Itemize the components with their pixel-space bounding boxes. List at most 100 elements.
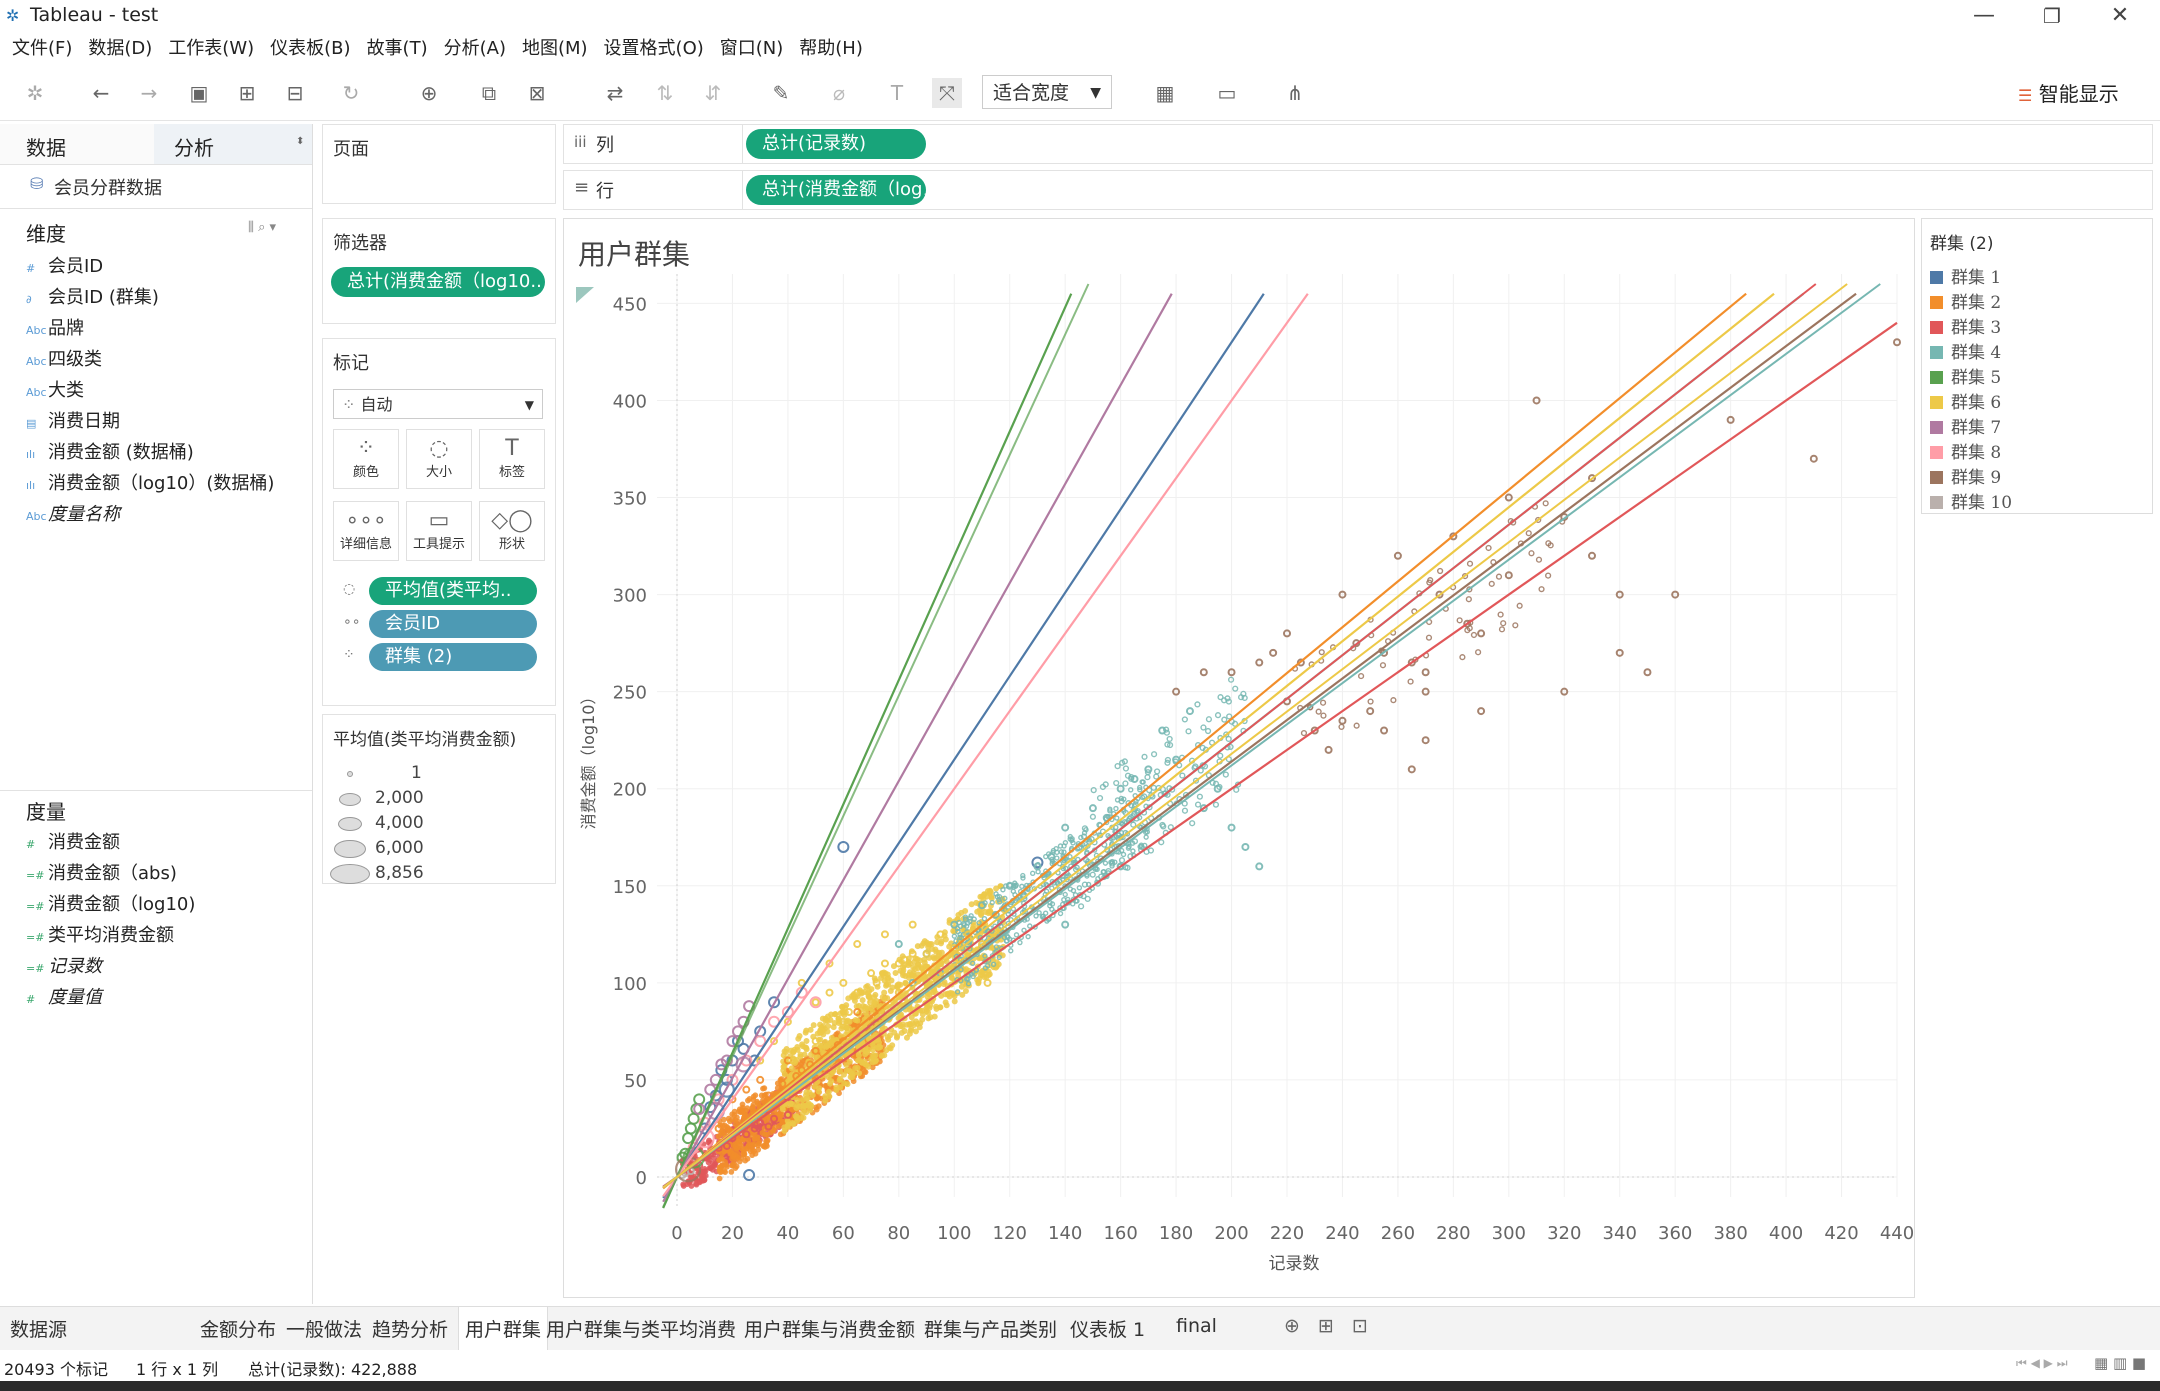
sheet-tab[interactable]: 用户群集与消费金额	[744, 1315, 915, 1342]
menu-item[interactable]: 分析(A)	[444, 34, 506, 64]
sheet-tab[interactable]: 用户群集	[458, 1307, 549, 1350]
legend-item[interactable]: 群集 1	[1930, 263, 2001, 288]
sheet-tab[interactable]: 仪表板 1	[1070, 1315, 1145, 1342]
legend-item[interactable]: 群集 9	[1930, 463, 2001, 488]
fix-axes-icon[interactable]: ⤧	[932, 78, 962, 108]
field-item[interactable]: =# 消费金额（abs)	[26, 859, 177, 885]
menu-item[interactable]: 文件(F)	[12, 34, 72, 64]
field-item[interactable]: Abc大类	[26, 376, 84, 402]
sheet-nav-icons[interactable]: ⏮ ◀ ▶ ⏭	[2016, 1356, 2068, 1371]
show-labels-icon[interactable]: T	[882, 78, 912, 108]
menu-item[interactable]: 地图(M)	[522, 34, 588, 64]
refresh-icon[interactable]: ↻	[336, 78, 366, 108]
field-item[interactable]: # 会员ID	[26, 252, 103, 278]
field-item[interactable]: Abc四级类	[26, 345, 102, 371]
chart-view[interactable]: 用户群集 0 20 40 60 80 100 120 140 160 180 200 220 240 26…	[563, 218, 1915, 1298]
field-item[interactable]: Abc品牌	[26, 314, 84, 340]
presentation-icon[interactable]: ▭	[1212, 78, 1242, 108]
menu-item[interactable]: 帮助(H)	[799, 34, 863, 64]
field-item[interactable]: =# 记录数	[26, 952, 102, 978]
field-item[interactable]: =# 类平均消费金额	[26, 921, 174, 947]
cards-icon[interactable]: ▦	[1150, 78, 1180, 108]
share-icon[interactable]: ⋔	[1280, 78, 1310, 108]
datasource-tab[interactable]: 数据源	[10, 1315, 67, 1342]
tab-analysis[interactable]: 分析	[174, 132, 214, 161]
maximize-button[interactable]: ❐	[2024, 0, 2080, 34]
show-me-button[interactable]: ☰ 智能显示	[2018, 78, 2119, 107]
new-story-icon[interactable]: ⊡	[1352, 1315, 1368, 1337]
columns-shelf[interactable]: iii 列 总计(记录数)	[563, 124, 2153, 164]
save-icon[interactable]: ▣	[184, 78, 214, 108]
new-worksheet-icon[interactable]: ⊕	[414, 78, 444, 108]
new-datasource-icon[interactable]: ⊞	[232, 78, 262, 108]
legend-item[interactable]: 群集 7	[1930, 413, 2001, 438]
sheet-tab[interactable]: 趋势分析	[372, 1315, 448, 1342]
pause-updates-icon[interactable]: ⊟	[280, 78, 310, 108]
sheet-tab[interactable]: 用户群集与类平均消费	[546, 1315, 736, 1342]
mark-pill[interactable]: 会员ID	[369, 610, 537, 638]
filters-card[interactable]: 筛选器 总计(消费金额（log10..	[322, 218, 556, 324]
field-item[interactable]: Abc度量名称	[26, 500, 120, 526]
swap-axes-icon[interactable]: ⇄	[600, 78, 630, 108]
field-item[interactable]: ılı 消费金额 (数据桶)	[26, 438, 194, 464]
field-item[interactable]: ∂ 会员ID (群集)	[26, 283, 159, 309]
field-item[interactable]: ▤ 消费日期	[26, 407, 120, 433]
view-mode-icons[interactable]: ▦ ▥ ■	[2094, 1354, 2146, 1372]
highlight-icon[interactable]: ✎	[766, 78, 796, 108]
sort-asc-icon[interactable]: ⇅	[650, 78, 680, 108]
columns-pill[interactable]: 总计(记录数)	[746, 129, 926, 159]
legend-item[interactable]: 群集 8	[1930, 438, 2001, 463]
field-item[interactable]: # 消费金额	[26, 828, 120, 854]
mark-button[interactable]: ∘∘∘ 详细信息	[333, 501, 399, 561]
new-sheet-icon[interactable]: ⊕	[1284, 1315, 1300, 1337]
legend-item[interactable]: 群集 5	[1930, 363, 2001, 388]
group-members-icon[interactable]: ⌀	[824, 78, 854, 108]
menu-item[interactable]: 窗口(N)	[720, 34, 784, 64]
tab-data[interactable]: 数据	[26, 132, 66, 161]
sheet-tab[interactable]: 群集与产品类别	[924, 1315, 1057, 1342]
scatter-plot[interactable]: 0 20 40 60 80 100 120 140 160 180 200 220 240 260 280 3…	[564, 219, 1914, 1297]
menu-item[interactable]: 仪表板(B)	[270, 34, 350, 64]
field-item[interactable]: ılı 消费金额（log10）(数据桶)	[26, 469, 274, 495]
clear-sheet-icon[interactable]: ⊠	[522, 78, 552, 108]
menu-item[interactable]: 工作表(W)	[168, 34, 254, 64]
menu-item[interactable]: 设置格式(O)	[604, 34, 704, 64]
sheet-tab[interactable]: 一般做法	[286, 1315, 362, 1342]
mark-pill[interactable]: 平均值(类平均..	[369, 577, 537, 605]
mark-button[interactable]: ◌ 大小	[406, 429, 472, 489]
sheet-tab[interactable]: final	[1176, 1315, 1217, 1337]
mark-button[interactable]: ▭ 工具提示	[406, 501, 472, 561]
fit-dropdown[interactable]: 适合宽度 ▼	[982, 75, 1112, 109]
new-dashboard-icon[interactable]: ⊞	[1318, 1315, 1334, 1337]
undo-icon[interactable]: ←	[86, 78, 116, 108]
mark-button[interactable]: ◇◯ 形状	[479, 501, 545, 561]
mark-type-dropdown[interactable]: ⁘ 自动 ▼	[333, 389, 543, 419]
data-point	[938, 938, 945, 945]
legend-item[interactable]: 群集 2	[1930, 288, 2001, 313]
legend-item[interactable]: 群集 4	[1930, 338, 2001, 363]
rows-pill[interactable]: 总计(消费金额（log1..	[746, 175, 926, 205]
menu-item[interactable]: 故事(T)	[367, 34, 428, 64]
tableau-home-icon[interactable]: ✲	[20, 78, 50, 108]
mark-button[interactable]: ⁘ 颜色	[333, 429, 399, 489]
filter-pill[interactable]: 总计(消费金额（log10..	[331, 267, 545, 297]
redo-icon[interactable]: →	[134, 78, 164, 108]
sheet-tab[interactable]: 金额分布	[200, 1315, 276, 1342]
duplicate-sheet-icon[interactable]: ⧉	[474, 78, 504, 108]
minimize-button[interactable]: —	[1956, 0, 2012, 34]
mark-pill[interactable]: 群集 (2)	[369, 643, 537, 671]
legend-item[interactable]: 群集 6	[1930, 388, 2001, 413]
tab-more-icon[interactable]: ⬍	[296, 136, 304, 147]
field-item[interactable]: # 度量值	[26, 983, 102, 1009]
sort-desc-icon[interactable]: ⇵	[698, 78, 728, 108]
field-item[interactable]: =# 消费金额（log10)	[26, 890, 195, 916]
view-options-icon[interactable]: ⫼ ⌕ ▾	[248, 220, 276, 235]
rows-shelf[interactable]: ≡ 行 总计(消费金额（log1..	[563, 170, 2153, 210]
close-button[interactable]: ✕	[2092, 0, 2148, 34]
legend-item[interactable]: 群集 10	[1930, 488, 2012, 513]
menu-item[interactable]: 数据(D)	[88, 34, 152, 64]
mark-button[interactable]: T 标签	[479, 429, 545, 489]
legend-item[interactable]: 群集 3	[1930, 313, 2001, 338]
datasource-name[interactable]: 会员分群数据	[54, 174, 162, 200]
pages-card[interactable]: 页面	[322, 124, 556, 204]
